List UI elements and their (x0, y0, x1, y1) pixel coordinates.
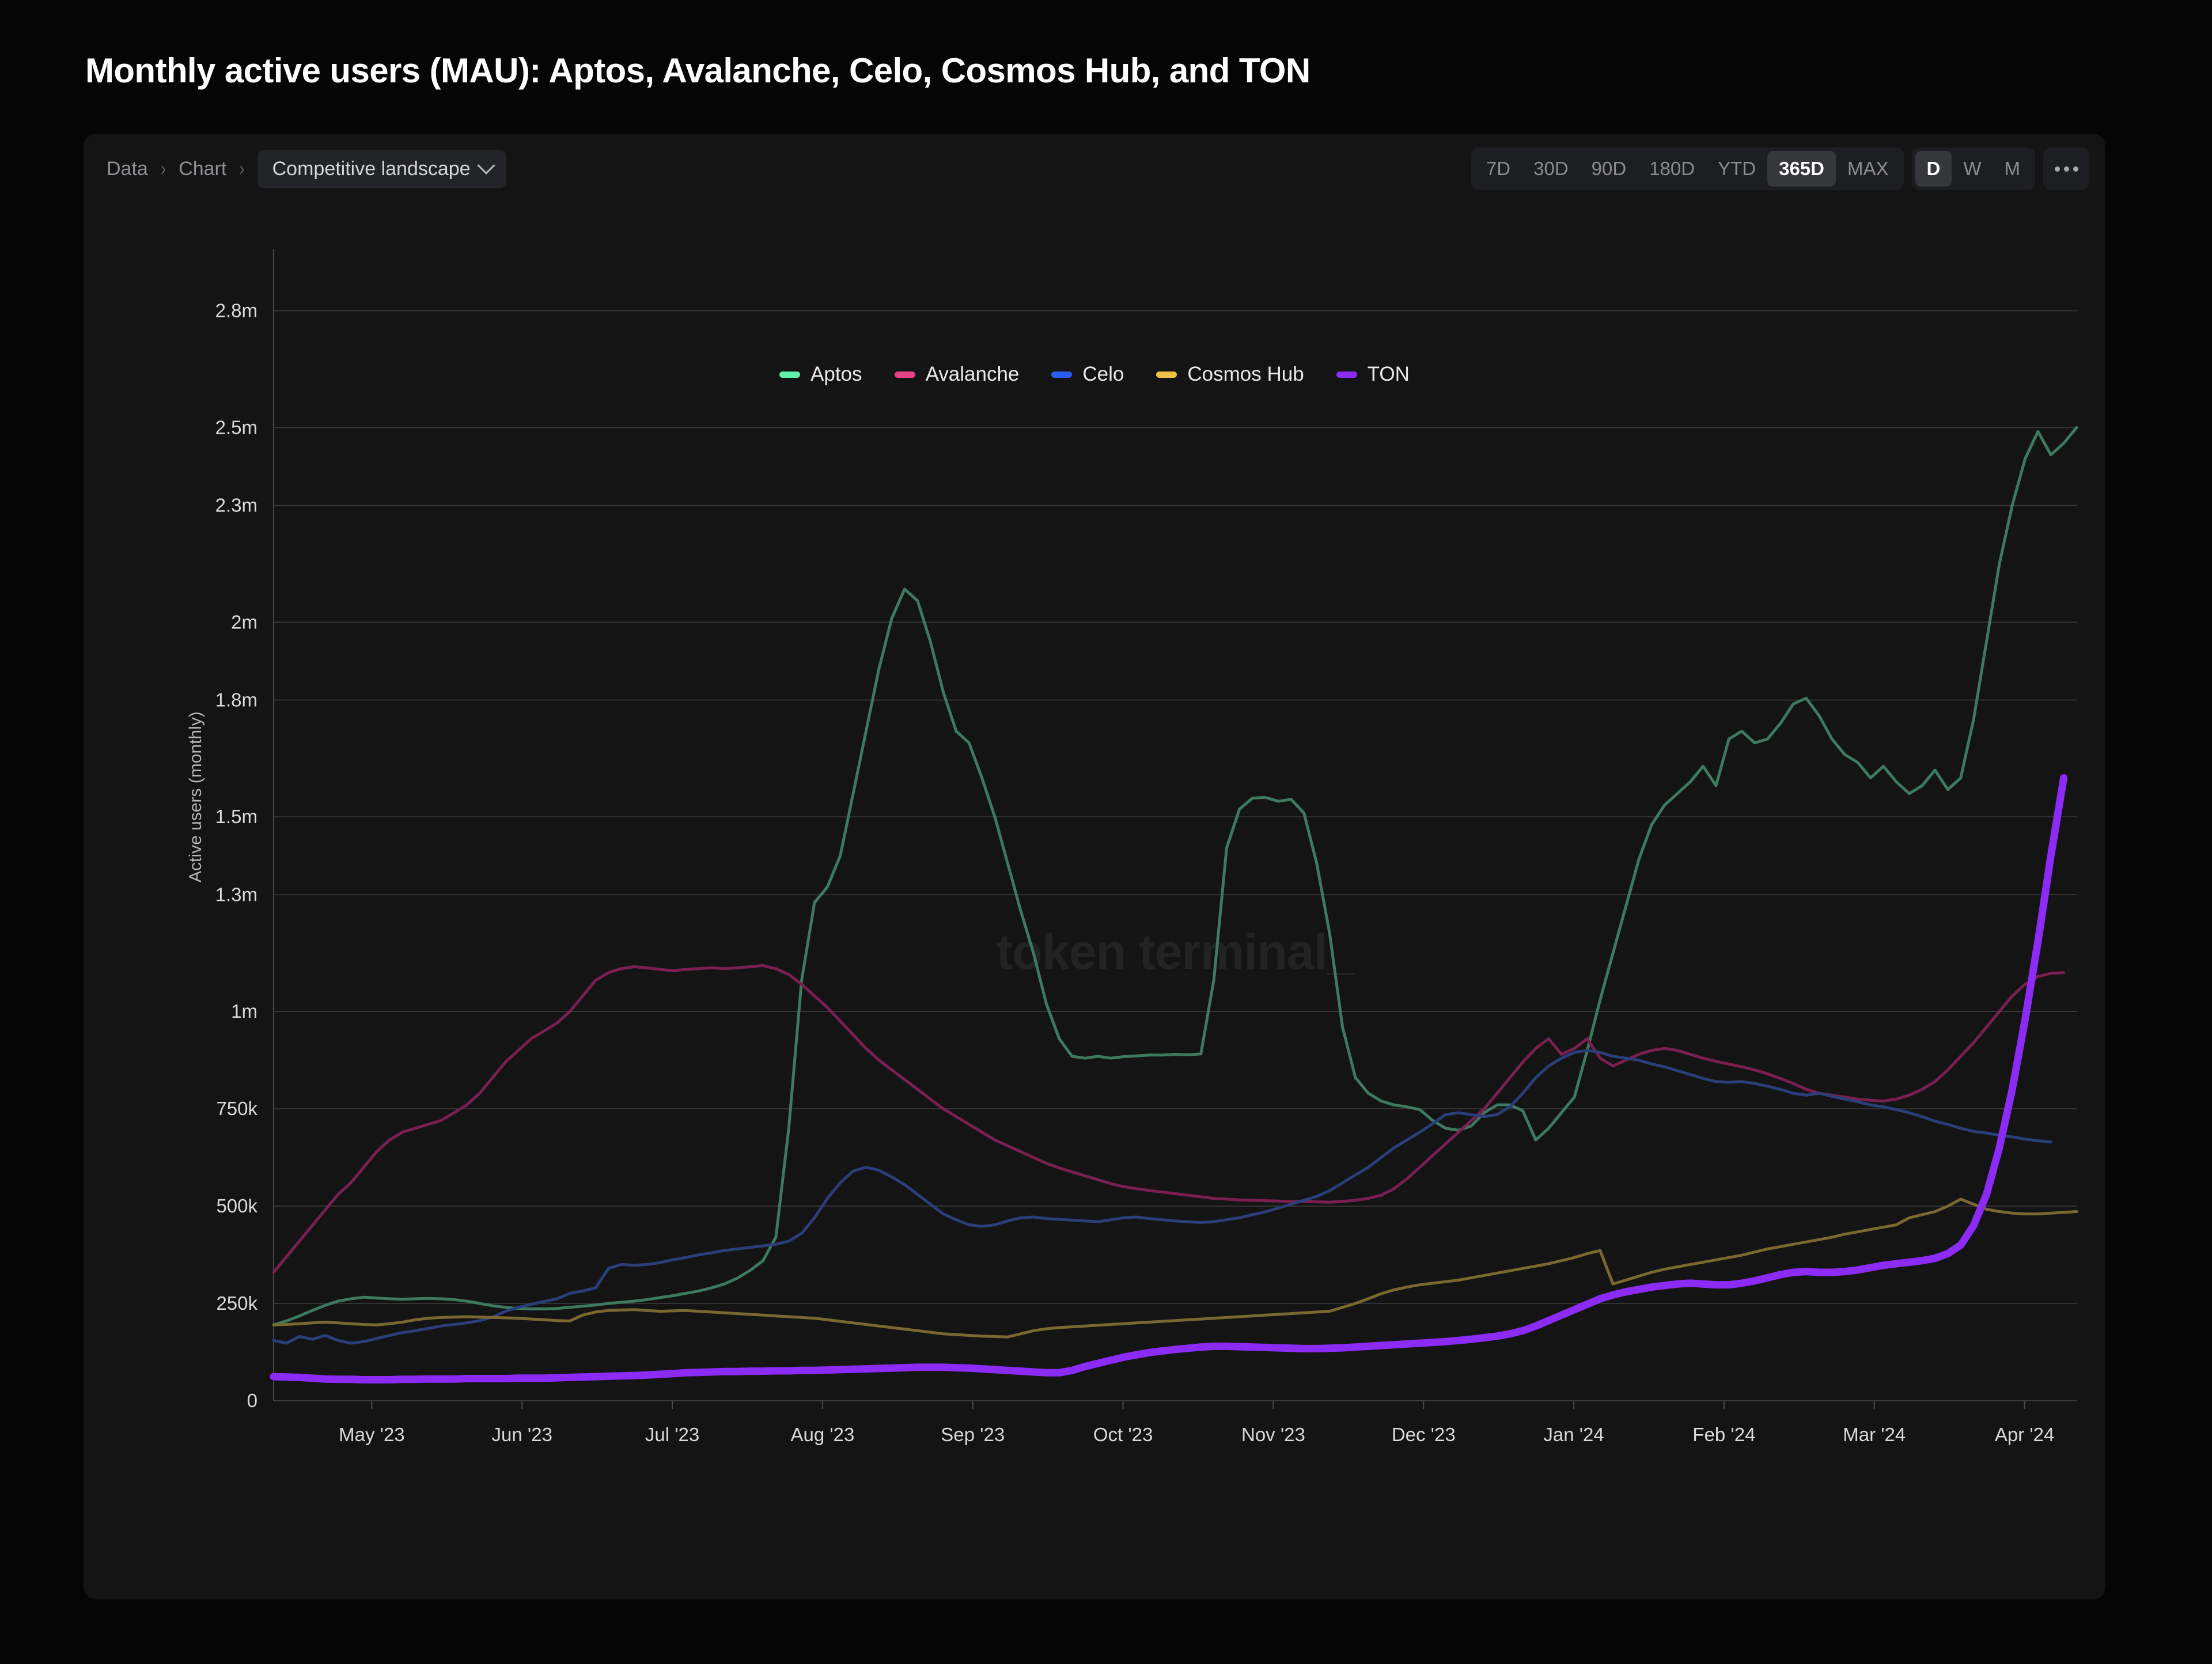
svg-text:May '23: May '23 (339, 1424, 405, 1445)
svg-text:Jan '24: Jan '24 (1543, 1424, 1604, 1445)
svg-text:Feb '24: Feb '24 (1692, 1424, 1755, 1445)
svg-text:2.3m: 2.3m (215, 495, 257, 516)
svg-text:1.3m: 1.3m (215, 884, 257, 905)
svg-text:Aug '23: Aug '23 (790, 1424, 854, 1445)
svg-text:token terminal_: token terminal_ (997, 924, 1355, 980)
svg-text:2m: 2m (231, 611, 257, 632)
svg-text:Apr '24: Apr '24 (1995, 1424, 2055, 1445)
svg-text:Dec '23: Dec '23 (1392, 1424, 1456, 1445)
svg-text:1m: 1m (231, 1000, 257, 1022)
svg-text:0: 0 (247, 1390, 257, 1411)
chart-page: Monthly active users (MAU): Aptos, Avala… (0, 0, 2212, 1664)
svg-text:500k: 500k (216, 1195, 257, 1216)
svg-text:1.8m: 1.8m (215, 689, 257, 710)
svg-text:Mar '24: Mar '24 (1843, 1424, 1906, 1445)
svg-text:1.5m: 1.5m (215, 806, 257, 827)
svg-text:Nov '23: Nov '23 (1241, 1424, 1305, 1445)
chart-card: Data › Chart › Competitive landscape 7D … (84, 134, 2105, 1599)
svg-text:250k: 250k (216, 1292, 257, 1314)
svg-text:Jun '23: Jun '23 (492, 1424, 552, 1445)
page-title: Monthly active users (MAU): Aptos, Avala… (85, 51, 1310, 90)
svg-text:2.8m: 2.8m (215, 300, 257, 321)
series-line-ton (274, 778, 2064, 1380)
line-chart-canvas[interactable]: 0 250k 500k 750k 1m 1.3m 1.5m 1.8m 2m 2.3m 2.5m 2.8… (84, 134, 2105, 1599)
svg-text:750k: 750k (216, 1098, 257, 1119)
series-line-celo (274, 1051, 2051, 1343)
svg-text:Oct '23: Oct '23 (1093, 1424, 1153, 1445)
plot-area: Active users (monthly) 0250k500k750k1m1.… (84, 134, 2105, 1599)
svg-text:Sep '23: Sep '23 (941, 1424, 1005, 1445)
svg-text:Jul '23: Jul '23 (645, 1424, 699, 1445)
svg-text:2.5m: 2.5m (215, 416, 257, 438)
series-line-aptos (274, 427, 2077, 1325)
